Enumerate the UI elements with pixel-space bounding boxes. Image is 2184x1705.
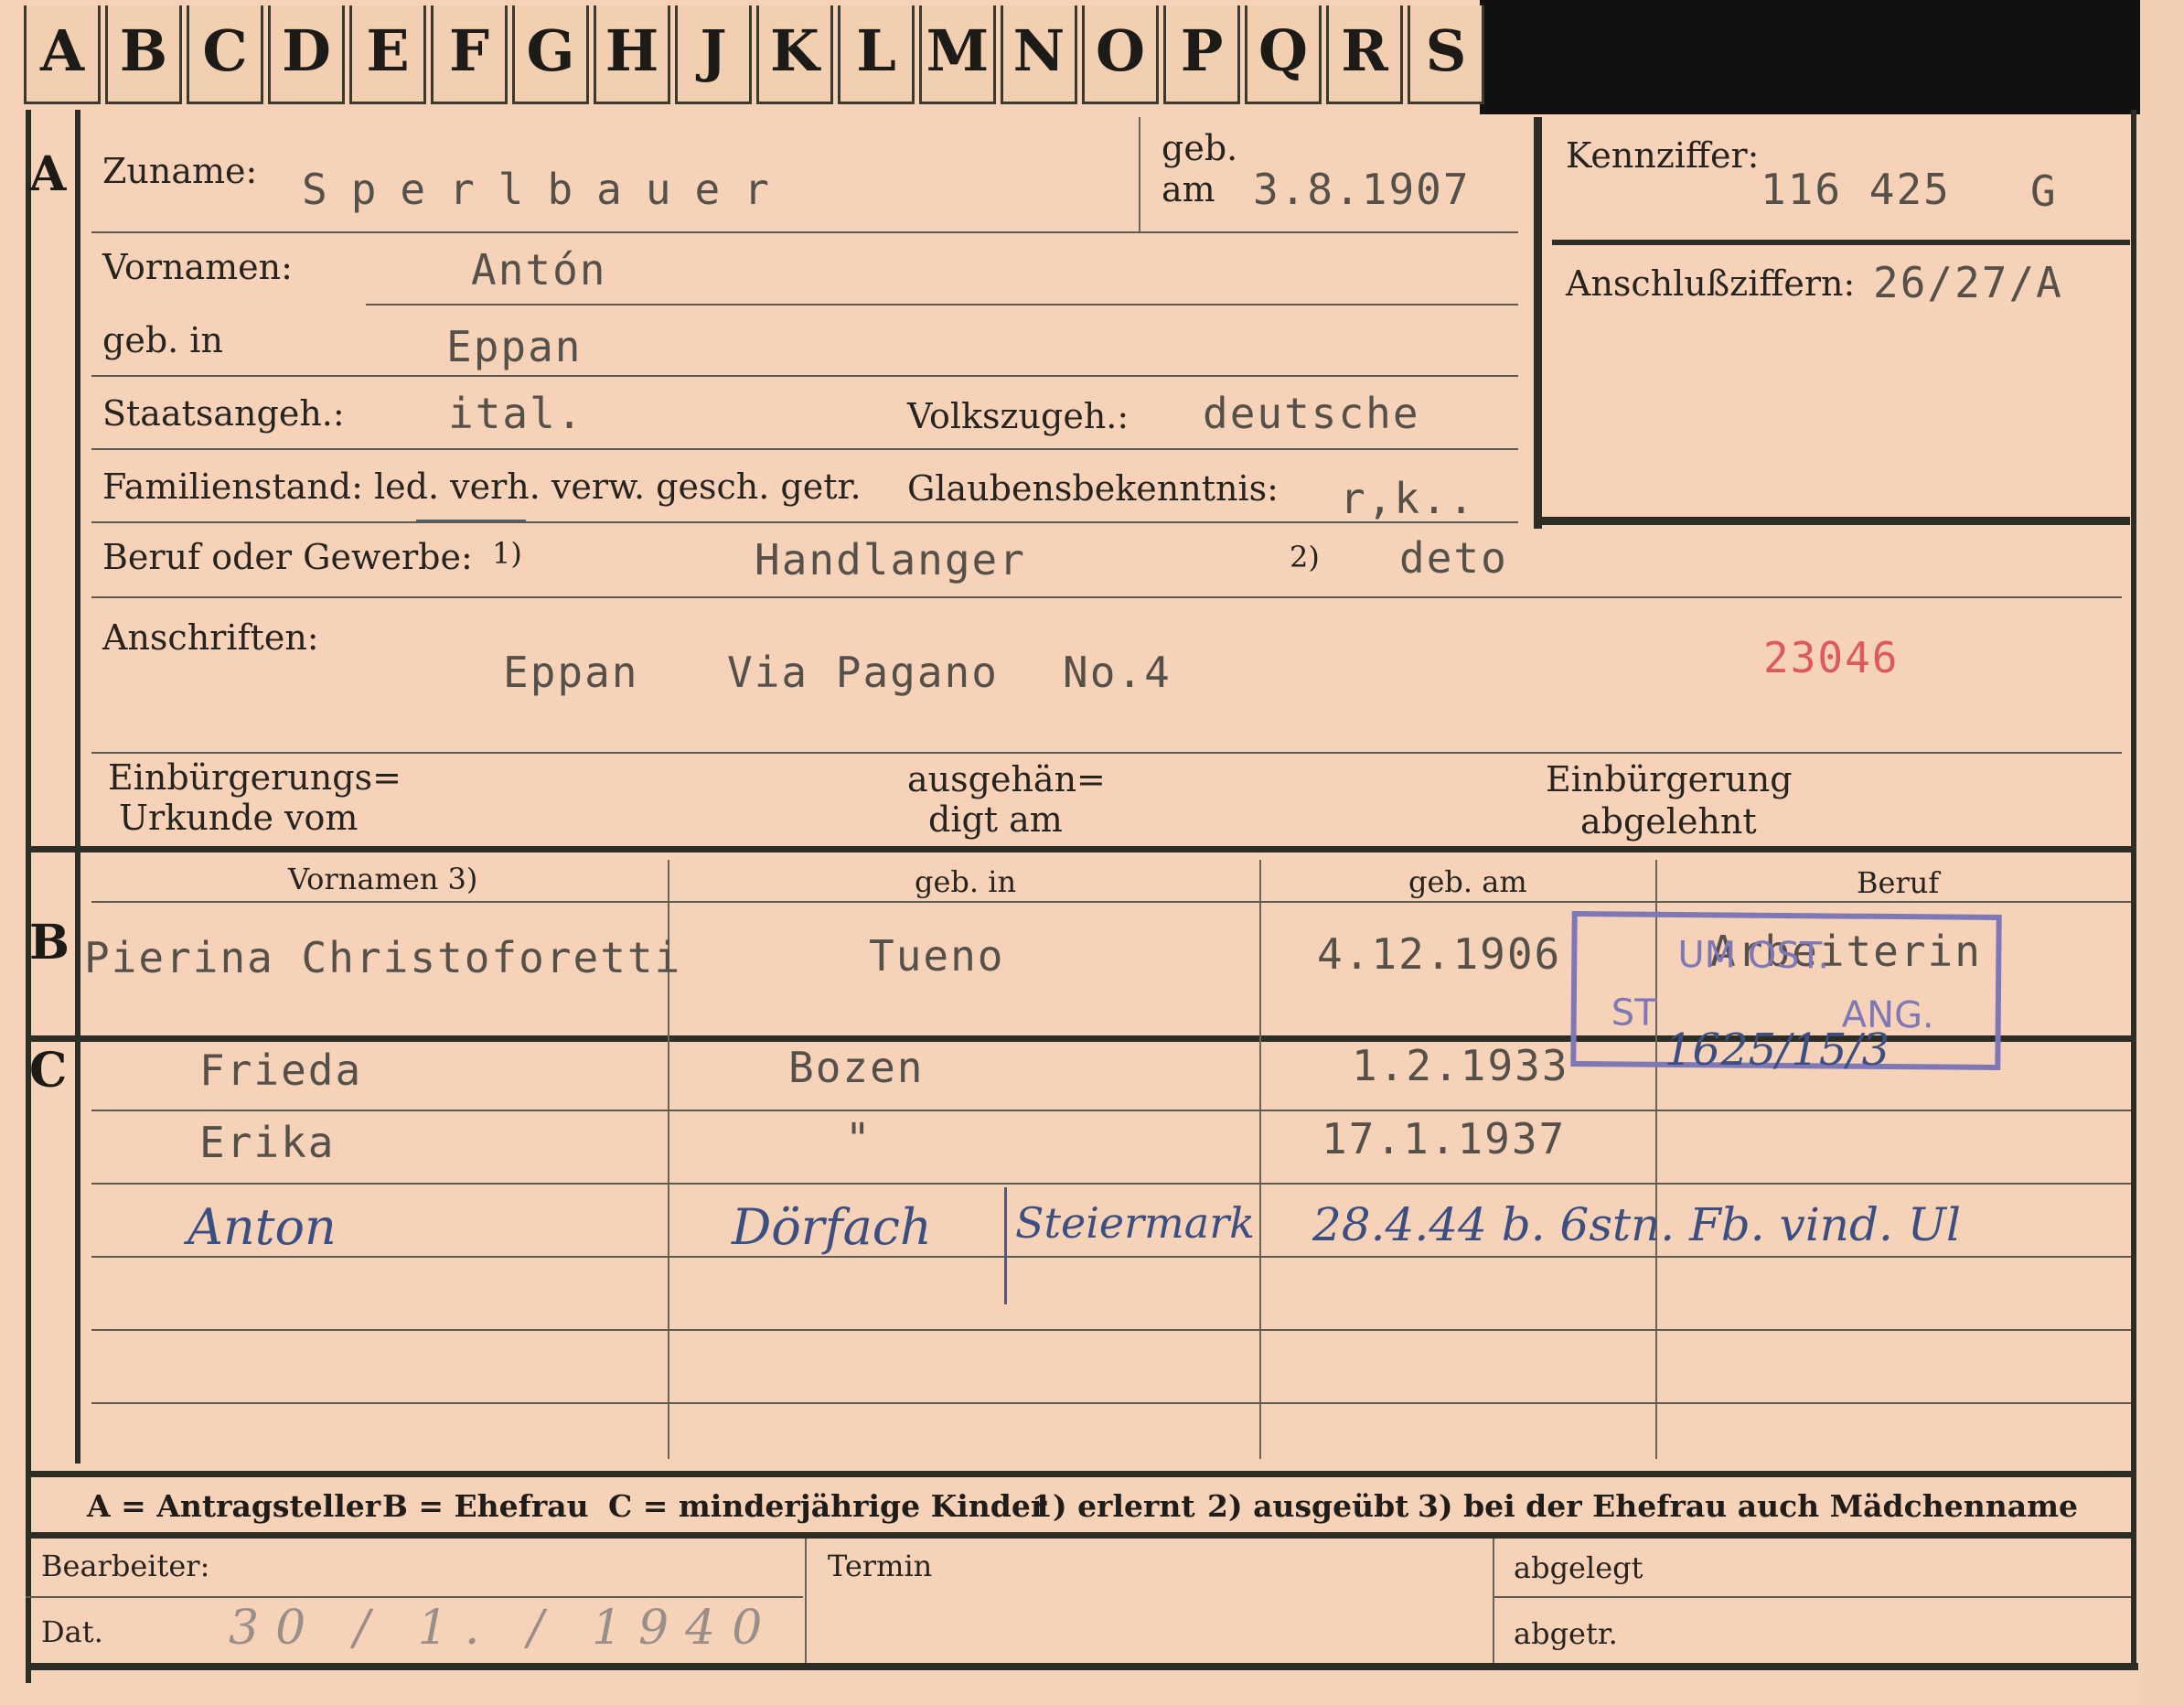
legend-c: C = minderjährige Kinder [608,1488,1047,1524]
occupation-note-1: 1) [492,536,522,571]
address-number: No.4 [1063,648,1172,697]
child-2-born-on: 17.1.1937 [1322,1114,1567,1163]
ethnicity-value: deutsche [1203,389,1420,438]
index-tab-r: R [1326,5,1403,104]
index-tab-d: D [268,5,345,104]
deregistered-label: abgetr. [1514,1616,1618,1651]
child-3-born-on: 28.4.44 b. 6stn. Fb. vind. Ul [1312,1198,1961,1251]
child-1-name: Frieda [199,1046,363,1095]
stamp-number: 1625/15/3 [1665,1024,1890,1076]
marital-status-label: Familienstand: led. verh. verw. gesch. g… [102,466,862,507]
card-right-edge [2140,0,2184,1705]
reference-code-label: Kennziffer: [1566,135,1760,176]
date-label: Dat. [41,1614,103,1649]
spouse-born-in: Tueno [869,931,1005,981]
citizenship-label: Staatsangeh.: [102,393,345,434]
index-tab-b: B [105,5,182,104]
birthplace-label: geb. in [102,320,223,360]
citizenship-value: ital. [448,389,584,438]
header-born-in: geb. in [915,864,1017,899]
child-1-born-on: 1.2.1933 [1352,1041,1569,1090]
child-3-name: Anton [187,1198,337,1256]
spouse-born-on: 4.12.1906 [1317,929,1562,979]
index-tab-p: P [1163,5,1240,104]
stamp-line-1: UM OST. [1677,933,1830,978]
child-3-born-region: Steiermark [1015,1198,1256,1248]
term-label: Termin [828,1549,933,1583]
attachment-value: 26/27/A [1873,258,2063,307]
index-tab-a: A [24,5,101,104]
filed-label: abgelegt [1514,1550,1643,1585]
occupation-practiced-value: deto [1399,533,1508,583]
index-tab-l: L [838,5,915,104]
legend-a: A = Antragsteller [87,1488,381,1524]
child-1-born-in: Bozen [788,1043,925,1092]
child-3-born-in: Dörfach [732,1198,932,1256]
first-names-value: Antón [471,245,607,295]
occupation-note-2: 2) [1290,540,1320,574]
legend-note-2: 2) ausgeübt [1207,1488,1409,1524]
header-born-on: geb. am [1408,864,1527,899]
child-2-name: Erika [199,1118,336,1167]
index-tab-c: C [187,5,263,104]
handed-label-1: ausgehän= [907,759,1106,799]
index-tab-e: E [349,5,426,104]
section-c-marker: C [29,1043,68,1099]
spouse-name: Pierina Christoforetti [84,933,682,982]
index-tab-s: S [1408,5,1484,104]
index-tab-m: M [919,5,996,104]
legend-b: B = Ehefrau [382,1488,589,1524]
handed-label-2: digt am [928,799,1063,840]
index-tab-h: H [594,5,670,104]
background-dark-corner [1480,0,2184,114]
index-tab-n: N [1001,5,1077,104]
born-label: geb. [1162,128,1238,168]
naturalization-cert-label-2: Urkunde vom [119,798,359,838]
born-date-value: 3.8.1907 [1253,165,1471,214]
ethnicity-label: Volkszugeh.: [907,396,1129,436]
birthplace-value: Eppan [446,322,583,371]
stamp-line-2: ST [1611,992,1657,1035]
registration-card: ABCDEFGHJKLMNOPQRS A Zuname: Sperlbauer … [0,0,2184,1705]
reference-code-value: 116 425 [1761,165,1951,214]
surname-value: Sperlbauer [302,165,793,214]
refused-label-2: abgelehnt [1580,801,1757,842]
child-2-born-in: " [845,1114,873,1163]
section-b-marker: B [29,915,70,970]
address-street: Via Pagano [727,648,999,697]
index-tab-f: F [431,5,508,104]
header-first-names: Vornamen 3) [288,862,478,896]
address-town: Eppan [503,648,639,697]
red-number: 23046 [1763,633,1900,682]
occupation-label: Beruf oder Gewerbe: [102,537,473,577]
clerk-label: Bearbeiter: [41,1549,210,1583]
religion-label: Glaubensbekenntnis: [907,468,1279,509]
attachment-label: Anschlußziffern: [1566,263,1856,304]
surname-label: Zuname: [102,151,258,191]
index-tab-q: Q [1245,5,1322,104]
reference-code-suffix: G [2030,166,2058,216]
section-a-marker: A [29,146,67,202]
header-occupation: Beruf [1857,865,1940,900]
occupation-learned-value: Handlanger [755,535,1026,584]
index-tab-j: J [675,5,752,104]
naturalization-cert-label-1: Einbürgerungs= [108,757,401,798]
address-label: Anschriften: [102,617,319,658]
legend-note-3: 3) bei der Ehefrau auch Mädchenname [1418,1488,2078,1524]
date-value: 30 / 1. / 1940 [229,1601,779,1656]
index-tab-g: G [512,5,589,104]
index-tab-k: K [756,5,833,104]
first-names-label: Vornamen: [102,247,293,287]
index-tab-o: O [1082,5,1159,104]
legend-note-1: 1) erlernt [1032,1488,1195,1524]
refused-label-1: Einbürgerung [1546,759,1793,799]
religion-value: r,k.. [1340,474,1476,523]
born-on-label: am [1162,169,1215,209]
